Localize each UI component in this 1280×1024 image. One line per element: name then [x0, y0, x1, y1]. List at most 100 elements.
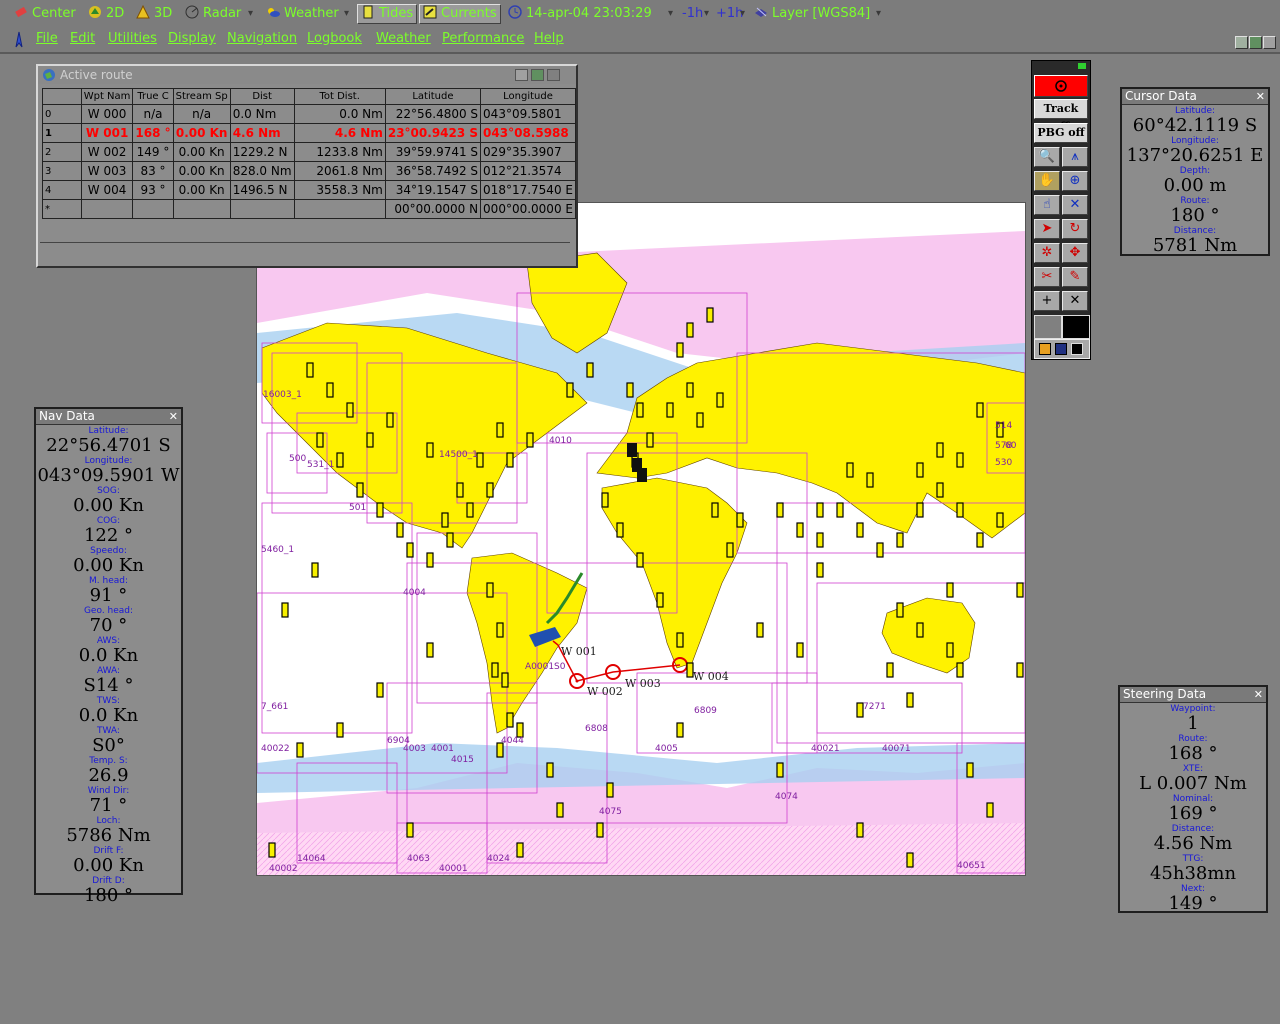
route-row[interactable]: 4W 004 93 ° 0.00 Kn 1496.5 N 3558.3 Nm 34°19.…	[42, 180, 576, 200]
pbg-off-button[interactable]: PBG off	[1034, 123, 1088, 143]
tide-marker[interactable]	[496, 422, 504, 438]
tides-button[interactable]: Tides	[357, 4, 418, 24]
tide-marker[interactable]	[816, 532, 824, 548]
tide-marker[interactable]	[666, 402, 674, 418]
route-cell-dist[interactable]: 0.0 Nm	[229, 104, 295, 124]
route-cell-stream[interactable]: 0.00 Kn	[172, 123, 231, 143]
menu-edit[interactable]: Edit	[70, 31, 95, 46]
pencil-icon[interactable]: ✎	[1062, 267, 1088, 287]
tide-marker[interactable]	[376, 682, 384, 698]
close-icon[interactable]: ✕	[1254, 687, 1263, 702]
menu-display[interactable]: Display	[168, 31, 216, 46]
route-row[interactable]: 1W 001 168 ° 0.00 Kn 4.6 Nm 4.6 Nm 23°00.9423…	[42, 123, 576, 143]
column-header-wpt-name[interactable]: Wpt Nam	[80, 88, 134, 105]
tide-marker[interactable]	[546, 762, 554, 778]
zoom-icon[interactable]: 🔍	[1034, 147, 1060, 167]
waypoint-label[interactable]: W 001	[561, 645, 597, 658]
tide-marker[interactable]	[306, 362, 314, 378]
tide-marker[interactable]	[1016, 662, 1024, 678]
column-header-longitude[interactable]: Longitude	[480, 88, 576, 105]
cursor-data-titlebar[interactable]: Cursor Data ✕	[1122, 89, 1268, 105]
route-cell-name[interactable]	[80, 199, 134, 219]
nav-data-titlebar[interactable]: Nav Data ✕	[36, 409, 181, 425]
route-cell-true_c[interactable]	[132, 199, 174, 219]
day-mode-icon[interactable]	[1039, 343, 1051, 355]
tide-marker[interactable]	[268, 842, 276, 858]
tide-marker[interactable]	[516, 842, 524, 858]
tide-marker[interactable]	[796, 522, 804, 538]
tide-marker[interactable]	[916, 462, 924, 478]
crosshair-icon[interactable]: ⊕	[1062, 171, 1088, 191]
hand-point-icon[interactable]: ☝	[1034, 195, 1060, 215]
column-header-dist[interactable]: Dist	[229, 88, 295, 105]
tide-marker[interactable]	[846, 462, 854, 478]
tide-marker[interactable]	[496, 622, 504, 638]
tide-marker[interactable]	[627, 443, 637, 457]
tide-marker[interactable]	[601, 492, 609, 508]
tide-marker[interactable]	[946, 582, 954, 598]
menu-performance[interactable]: Performance	[442, 31, 524, 46]
tide-marker[interactable]	[956, 662, 964, 678]
minimize-button[interactable]	[1235, 36, 1248, 49]
currents-button[interactable]: Currents	[419, 4, 501, 24]
window-maximize-button[interactable]	[531, 69, 544, 81]
rotate-icon[interactable]: ↻	[1062, 219, 1088, 239]
active-route-titlebar[interactable]: Active route	[38, 66, 576, 84]
tide-marker[interactable]	[616, 522, 624, 538]
tide-marker[interactable]	[796, 642, 804, 658]
active-route-window[interactable]: Active route Wpt Nam True C Stream Sp Di…	[36, 64, 578, 268]
route-cell-tot[interactable]	[293, 199, 386, 219]
tide-marker[interactable]	[756, 622, 764, 638]
tide-marker[interactable]	[726, 542, 734, 558]
waypoint-label[interactable]: W 003	[625, 677, 661, 690]
route-cell-dist[interactable]: 1496.5 N	[229, 180, 295, 200]
compass-divider-icon[interactable]: ⩚	[1062, 147, 1088, 167]
tide-marker[interactable]	[736, 512, 744, 528]
tide-marker[interactable]	[866, 472, 874, 488]
tide-marker[interactable]	[646, 432, 654, 448]
window-close-button[interactable]	[547, 69, 560, 81]
dusk-mode-icon[interactable]	[1055, 343, 1067, 355]
tide-marker[interactable]	[386, 412, 394, 428]
route-cell-lat[interactable]: 22°56.4800 S	[384, 104, 482, 124]
tide-marker[interactable]	[656, 592, 664, 608]
tide-marker[interactable]	[476, 452, 484, 468]
close-x-icon[interactable]: ✕	[1062, 291, 1088, 311]
waypoint-label[interactable]: W 004	[693, 670, 729, 683]
pan-hand-icon[interactable]: ✋	[1034, 171, 1060, 191]
tide-marker[interactable]	[986, 802, 994, 818]
tide-marker[interactable]	[956, 502, 964, 518]
tide-marker[interactable]	[376, 502, 384, 518]
tide-marker[interactable]	[281, 602, 289, 618]
tide-marker[interactable]	[886, 662, 894, 678]
close-button[interactable]	[1263, 36, 1276, 49]
chevron-down-icon[interactable]: ▾	[248, 8, 253, 19]
route-cell-true_c[interactable]: n/a	[132, 104, 174, 124]
route-cell-tot[interactable]: 4.6 Nm	[293, 123, 386, 143]
chevron-down-icon[interactable]: ▾	[876, 8, 881, 19]
route-cell-lon[interactable]: 043°08.5988	[480, 123, 576, 143]
tide-marker[interactable]	[336, 722, 344, 738]
route-cell-dist[interactable]: 1229.2 N	[229, 142, 295, 162]
tide-marker[interactable]	[816, 562, 824, 578]
tide-marker[interactable]	[896, 602, 904, 618]
tide-marker[interactable]	[426, 552, 434, 568]
color-swatch-gray[interactable]	[1034, 315, 1062, 339]
layer-button[interactable]: Layer [WGS84]	[754, 5, 870, 23]
tide-marker[interactable]	[696, 412, 704, 428]
maximize-button[interactable]	[1249, 36, 1262, 49]
pointer-icon[interactable]: ➤	[1034, 219, 1060, 239]
column-header-true-course[interactable]: True C	[132, 88, 174, 105]
radar-button[interactable]: Radar	[185, 5, 241, 23]
tide-marker[interactable]	[466, 502, 474, 518]
route-cell-stream[interactable]: n/a	[172, 104, 231, 124]
tide-marker[interactable]	[906, 692, 914, 708]
route-cell-tot[interactable]: 2061.8 Nm	[293, 161, 386, 181]
route-cell-stream[interactable]: 0.00 Kn	[172, 180, 231, 200]
plus-icon[interactable]: +	[1034, 291, 1060, 311]
route-cell-tot[interactable]: 0.0 Nm	[293, 104, 386, 124]
chevron-down-icon[interactable]: ▾	[668, 8, 673, 19]
tide-marker[interactable]	[936, 442, 944, 458]
move-icon[interactable]: ✥	[1062, 243, 1088, 263]
tide-marker[interactable]	[966, 762, 974, 778]
